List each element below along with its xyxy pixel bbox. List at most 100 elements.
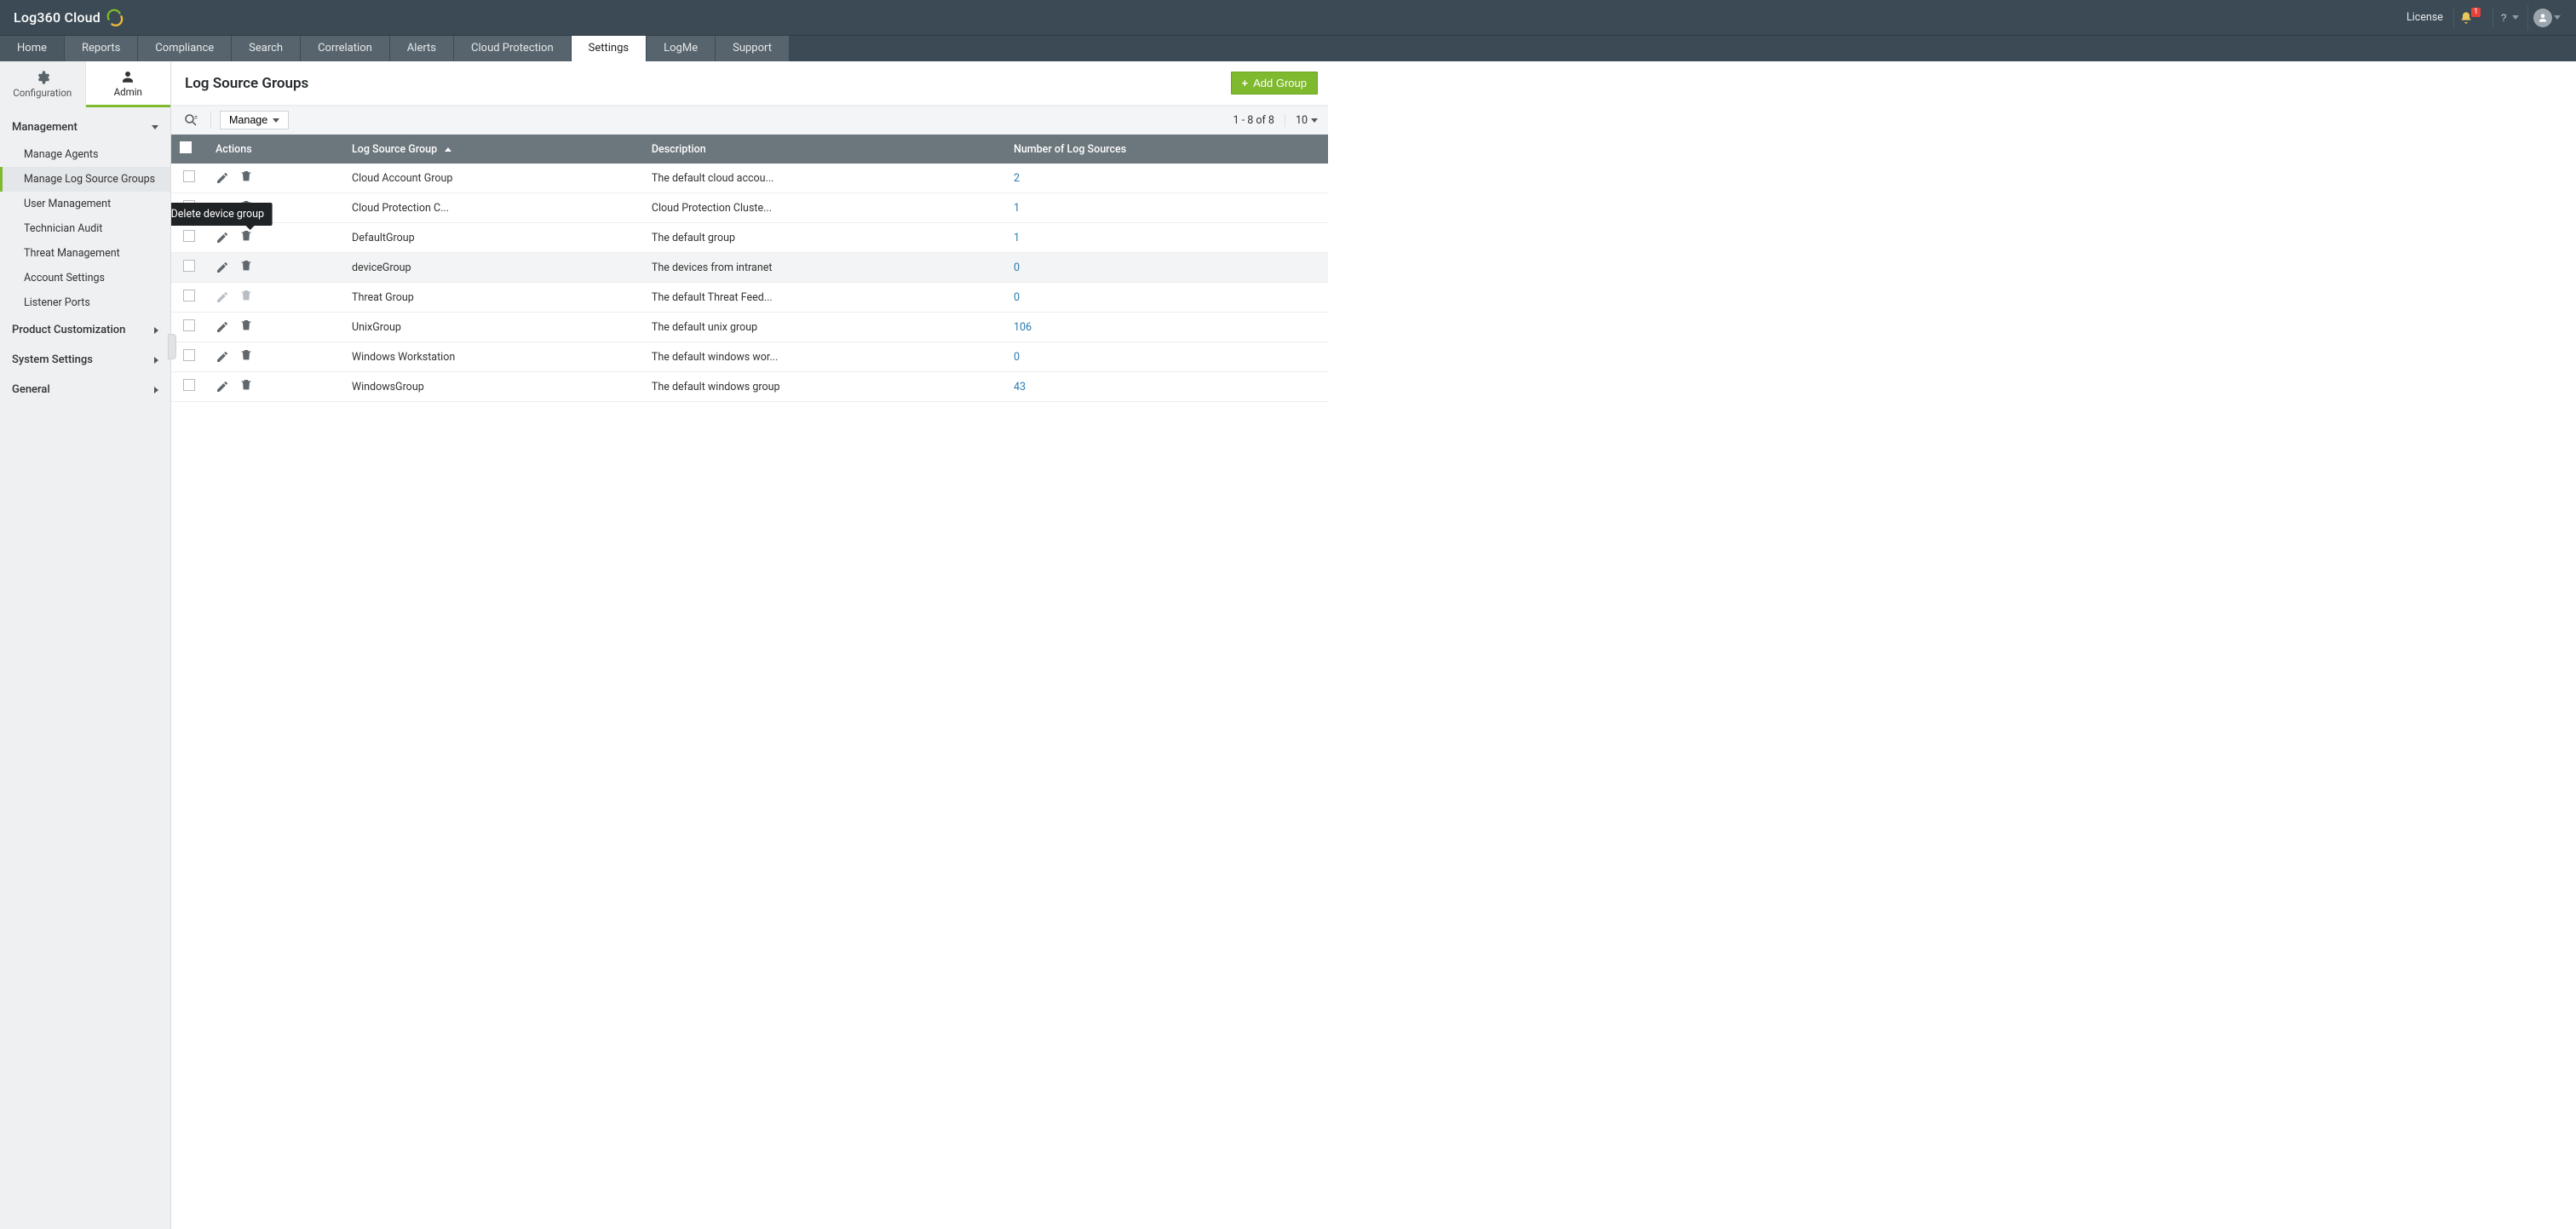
sidebar-tree: Management Manage AgentsManage Log Source… bbox=[0, 107, 170, 405]
log-source-count-link[interactable]: 0 bbox=[1014, 351, 1020, 364]
nav-tab-settings[interactable]: Settings bbox=[572, 36, 647, 61]
delete-icon[interactable] bbox=[239, 263, 253, 276]
cell-description: The default windows wor... bbox=[643, 342, 1005, 372]
license-link[interactable]: License bbox=[2400, 8, 2450, 27]
log-source-count-link[interactable]: 106 bbox=[1014, 321, 1032, 334]
sidebar-section-label: Management bbox=[12, 121, 78, 134]
row-checkbox[interactable] bbox=[183, 379, 195, 391]
chevron-down-icon bbox=[2554, 15, 2561, 20]
log-source-count-link[interactable]: 2 bbox=[1014, 172, 1020, 185]
search-button[interactable] bbox=[180, 110, 202, 130]
left-column: Configuration Admin Management Manage Age… bbox=[0, 61, 171, 1229]
sidebar-item-account-settings[interactable]: Account Settings bbox=[0, 266, 170, 290]
user-menu[interactable] bbox=[2527, 5, 2566, 31]
delete-icon[interactable] bbox=[239, 174, 253, 187]
nav-tab-alerts[interactable]: Alerts bbox=[390, 36, 454, 61]
cell-description: The default windows group bbox=[643, 372, 1005, 402]
chevron-down-icon bbox=[2512, 15, 2519, 20]
nav-tab-support[interactable]: Support bbox=[716, 36, 790, 61]
pagination-text: 1 - 8 of 8 bbox=[1233, 114, 1274, 127]
table-row: Cloud Account GroupThe default cloud acc… bbox=[171, 164, 1328, 193]
edit-icon[interactable] bbox=[216, 320, 229, 334]
nav-tab-home[interactable]: Home bbox=[0, 36, 65, 61]
cell-group: WindowsGroup bbox=[343, 372, 643, 402]
subtab-admin[interactable]: Admin bbox=[86, 61, 171, 107]
manage-dropdown[interactable]: Manage bbox=[220, 111, 289, 129]
brand: Log360 Cloud bbox=[14, 9, 124, 27]
nav-tab-correlation[interactable]: Correlation bbox=[301, 36, 390, 61]
row-checkbox[interactable] bbox=[183, 319, 195, 331]
nav-tab-cloud-protection[interactable]: Cloud Protection bbox=[454, 36, 572, 61]
sidebar-section-management[interactable]: Management bbox=[0, 112, 170, 142]
sidebar-item-technician-audit[interactable]: Technician Audit bbox=[0, 216, 170, 241]
add-group-button[interactable]: + Add Group bbox=[1231, 72, 1318, 95]
page-header: Log Source Groups + Add Group bbox=[171, 61, 1328, 106]
sidebar-collapse-handle[interactable] bbox=[168, 334, 176, 359]
notification-badge: 1 bbox=[2471, 8, 2481, 17]
delete-icon bbox=[239, 293, 253, 306]
chevron-right-icon bbox=[154, 387, 158, 393]
topbar: Log360 Cloud License 1 ? bbox=[0, 0, 2576, 35]
sidebar-item-threat-management[interactable]: Threat Management bbox=[0, 241, 170, 266]
select-all-checkbox[interactable] bbox=[180, 141, 192, 153]
row-checkbox[interactable] bbox=[183, 260, 195, 272]
nav-tab-search[interactable]: Search bbox=[232, 36, 301, 61]
nav-tab-logme[interactable]: LogMe bbox=[647, 36, 716, 61]
search-icon bbox=[183, 112, 198, 128]
log-source-count-link[interactable]: 0 bbox=[1014, 291, 1020, 304]
subtab-configuration-label: Configuration bbox=[13, 87, 72, 99]
row-checkbox[interactable] bbox=[183, 290, 195, 302]
svg-text:?: ? bbox=[2501, 13, 2507, 24]
row-checkbox[interactable] bbox=[183, 230, 195, 242]
row-checkbox[interactable] bbox=[183, 170, 195, 182]
edit-icon[interactable] bbox=[216, 380, 229, 393]
delete-icon[interactable] bbox=[239, 323, 253, 336]
main-content: Log Source Groups + Add Group Manage 1 -… bbox=[171, 61, 1328, 1229]
add-group-label: Add Group bbox=[1253, 77, 1307, 89]
edit-icon[interactable] bbox=[216, 261, 229, 274]
help-menu[interactable]: ? bbox=[2493, 9, 2524, 27]
sidebar-section-system-settings[interactable]: System Settings bbox=[0, 345, 170, 375]
brand-logo-icon bbox=[106, 9, 124, 27]
log-source-count-link[interactable]: 43 bbox=[1014, 381, 1026, 393]
column-header-checkbox[interactable] bbox=[171, 135, 207, 164]
cell-description: The default unix group bbox=[643, 313, 1005, 342]
cell-description: The default Threat Feed... bbox=[643, 283, 1005, 313]
sidebar-section-product-customization[interactable]: Product Customization bbox=[0, 315, 170, 345]
cell-group: Windows Workstation bbox=[343, 342, 643, 372]
nav-filler bbox=[790, 36, 2576, 61]
chevron-down-icon bbox=[273, 118, 279, 123]
cell-group: deviceGroup bbox=[343, 253, 643, 283]
plus-icon: + bbox=[1242, 77, 1249, 89]
delete-icon[interactable] bbox=[239, 382, 253, 395]
sidebar-item-listener-ports[interactable]: Listener Ports bbox=[0, 290, 170, 315]
column-header-group[interactable]: Log Source Group bbox=[343, 135, 643, 164]
toolbar-left: Manage bbox=[180, 110, 289, 130]
chevron-right-icon bbox=[154, 327, 158, 334]
edit-icon[interactable] bbox=[216, 231, 229, 244]
column-header-description[interactable]: Description bbox=[643, 135, 1005, 164]
nav-tab-compliance[interactable]: Compliance bbox=[138, 36, 232, 61]
log-source-count-link[interactable]: 1 bbox=[1014, 202, 1020, 215]
nav-tab-reports[interactable]: Reports bbox=[65, 36, 138, 61]
toolbar-right: 1 - 8 of 8 10 bbox=[1233, 114, 1318, 127]
cell-description: The default cloud accou... bbox=[643, 164, 1005, 193]
edit-icon[interactable] bbox=[216, 171, 229, 185]
column-header-count[interactable]: Number of Log Sources bbox=[1005, 135, 1328, 164]
sidebar-item-manage-agents[interactable]: Manage Agents bbox=[0, 142, 170, 167]
log-source-count-link[interactable]: 0 bbox=[1014, 261, 1020, 274]
sidebar-item-user-management[interactable]: User Management bbox=[0, 192, 170, 216]
sidebar-section-general[interactable]: General bbox=[0, 375, 170, 405]
notifications-button[interactable]: 1 bbox=[2453, 8, 2489, 28]
subtab-configuration[interactable]: Configuration bbox=[0, 61, 86, 107]
sort-asc-icon bbox=[445, 147, 451, 152]
edit-icon[interactable] bbox=[216, 350, 229, 364]
sidebar-item-manage-log-source-groups[interactable]: Manage Log Source Groups bbox=[0, 167, 170, 192]
delete-icon[interactable] bbox=[239, 233, 253, 246]
log-source-count-link[interactable]: 1 bbox=[1014, 232, 1020, 244]
page-size-dropdown[interactable]: 10 bbox=[1285, 114, 1318, 127]
delete-icon[interactable] bbox=[239, 353, 253, 365]
cell-group: Cloud Protection C... bbox=[343, 193, 643, 223]
cell-group: Threat Group bbox=[343, 283, 643, 313]
row-checkbox[interactable] bbox=[183, 349, 195, 361]
